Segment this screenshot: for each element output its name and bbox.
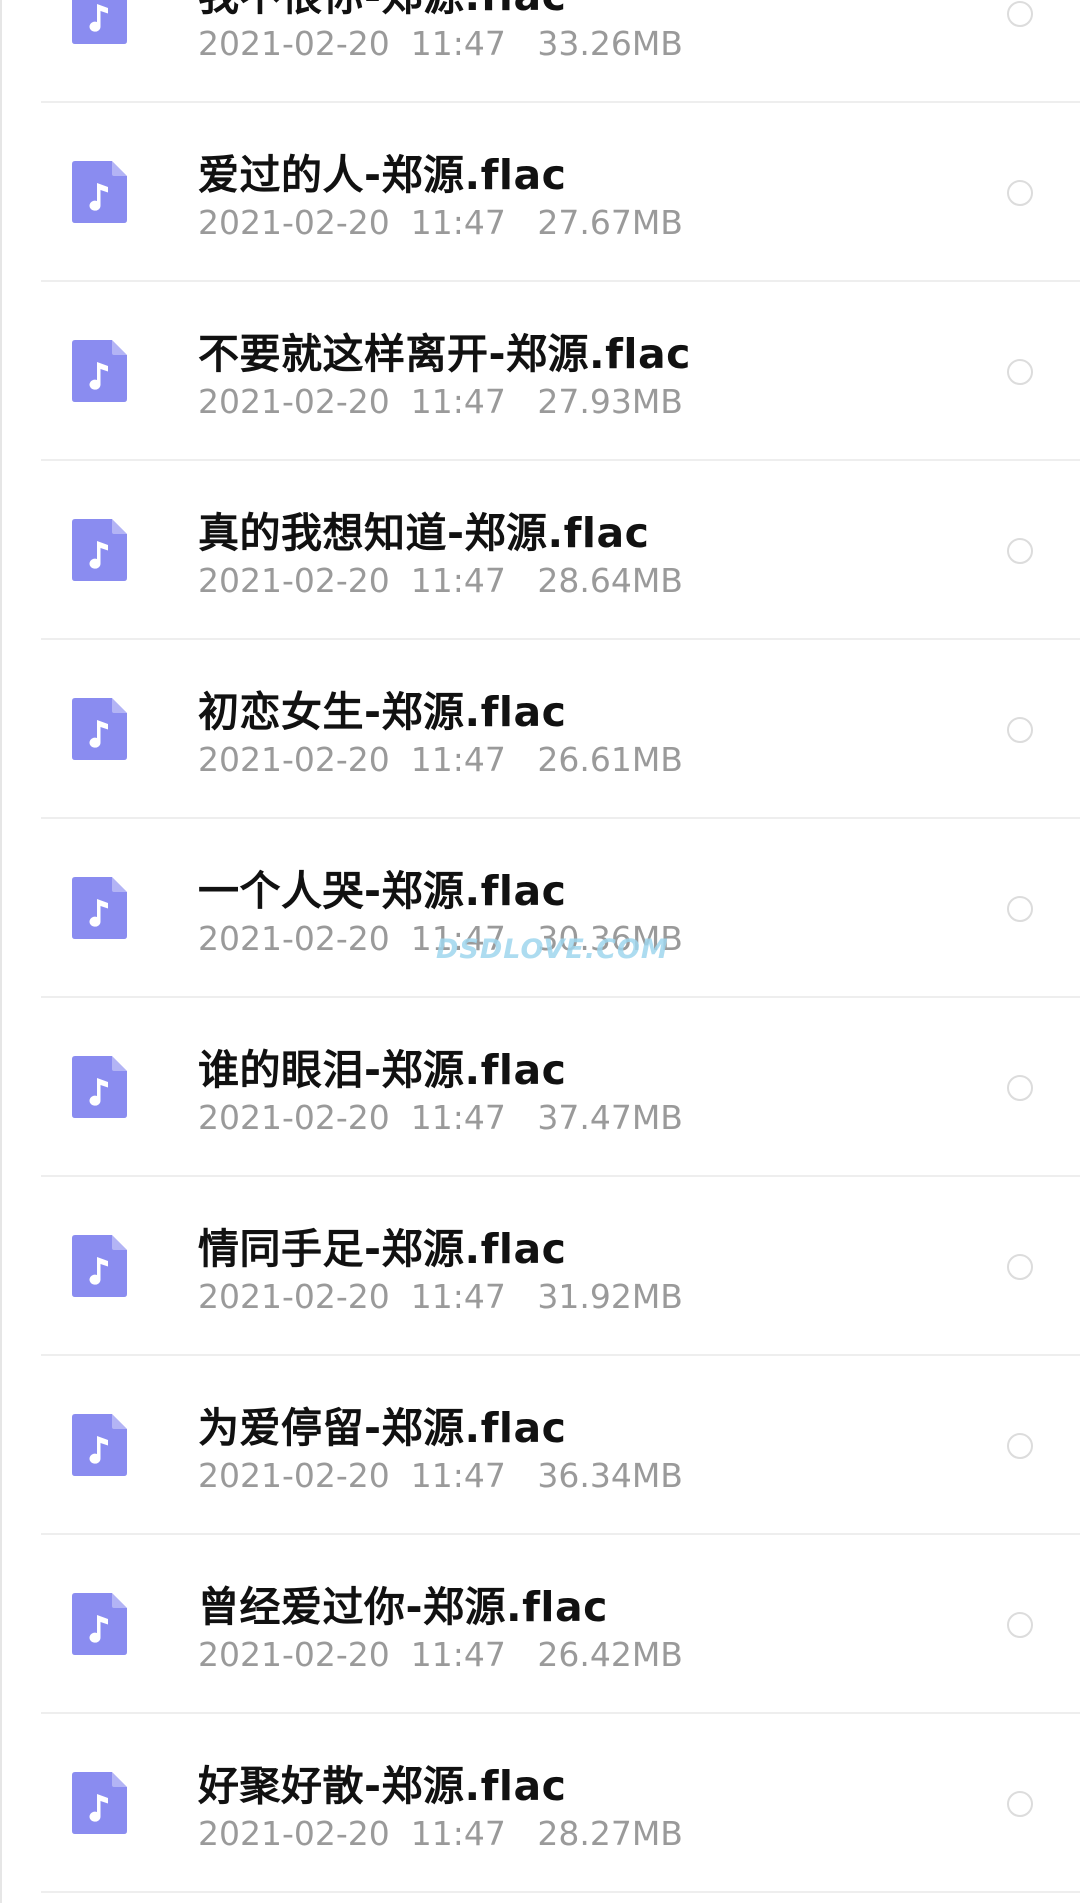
music-file-icon xyxy=(72,519,127,581)
file-date: 2021-02-20 xyxy=(198,382,390,421)
music-file-icon xyxy=(72,698,127,760)
music-file-icon xyxy=(72,1772,127,1834)
file-meta: 2021-02-20 11:47 26.61MB xyxy=(198,740,683,779)
file-date: 2021-02-20 xyxy=(198,740,390,779)
music-file-icon xyxy=(72,1056,127,1118)
select-radio-button[interactable] xyxy=(1007,1,1033,27)
file-name: 真的我想知道-郑源.flac xyxy=(198,509,650,557)
file-list-item[interactable]: 谁的眼泪-郑源.flac 2021-02-20 11:47 37.47MB xyxy=(0,998,1080,1177)
music-file-icon xyxy=(72,1235,127,1297)
file-time: 11:47 xyxy=(410,1814,506,1853)
file-time: 11:47 xyxy=(410,1635,506,1674)
file-name: 谁的眼泪-郑源.flac xyxy=(198,1046,567,1094)
file-size: 36.34MB xyxy=(537,1456,683,1495)
file-size: 27.93MB xyxy=(537,382,683,421)
file-list-item[interactable]: 爱过的人-郑源.flac 2021-02-20 11:47 27.67MB xyxy=(0,103,1080,282)
file-time: 11:47 xyxy=(410,561,506,600)
select-radio-button[interactable] xyxy=(1007,1791,1033,1817)
file-size: 26.42MB xyxy=(537,1635,683,1674)
file-list-item[interactable]: 不要就这样离开-郑源.flac 2021-02-20 11:47 27.93MB xyxy=(0,282,1080,461)
select-radio-button[interactable] xyxy=(1007,180,1033,206)
file-list-item[interactable]: 我不恨你-郑源.flac 2021-02-20 11:47 33.26MB xyxy=(0,0,1080,103)
music-file-icon xyxy=(72,0,127,44)
file-date: 2021-02-20 xyxy=(198,203,390,242)
file-size: 28.64MB xyxy=(537,561,683,600)
file-date: 2021-02-20 xyxy=(198,561,390,600)
file-name: 情同手足-郑源.flac xyxy=(198,1225,567,1273)
file-list-item[interactable]: 真的我想知道-郑源.flac 2021-02-20 11:47 28.64MB xyxy=(0,461,1080,640)
file-name: 初恋女生-郑源.flac xyxy=(198,688,567,736)
music-file-icon xyxy=(72,1593,127,1655)
file-name: 爱过的人-郑源.flac xyxy=(198,151,567,199)
file-meta: 2021-02-20 11:47 28.64MB xyxy=(198,561,683,600)
file-time: 11:47 xyxy=(410,1277,506,1316)
file-date: 2021-02-20 xyxy=(198,1277,390,1316)
file-list-item[interactable]: 一个人哭-郑源.flac 2021-02-20 11:47 30.36MB xyxy=(0,819,1080,998)
file-time: 11:47 xyxy=(410,382,506,421)
file-time: 11:47 xyxy=(410,1098,506,1137)
select-radio-button[interactable] xyxy=(1007,1075,1033,1101)
file-size: 27.67MB xyxy=(537,203,683,242)
file-name: 为爱停留-郑源.flac xyxy=(198,1404,567,1452)
file-list-item[interactable]: 情同手足-郑源.flac 2021-02-20 11:47 31.92MB xyxy=(0,1177,1080,1356)
music-file-icon xyxy=(72,340,127,402)
select-radio-button[interactable] xyxy=(1007,1254,1033,1280)
select-radio-button[interactable] xyxy=(1007,1612,1033,1638)
select-radio-button[interactable] xyxy=(1007,896,1033,922)
file-size: 33.26MB xyxy=(537,24,683,63)
file-date: 2021-02-20 xyxy=(198,1635,390,1674)
file-date: 2021-02-20 xyxy=(198,24,390,63)
select-radio-button[interactable] xyxy=(1007,1433,1033,1459)
file-date: 2021-02-20 xyxy=(198,1456,390,1495)
music-file-icon xyxy=(72,877,127,939)
file-meta: 2021-02-20 11:47 28.27MB xyxy=(198,1814,683,1853)
file-list-item[interactable]: 曾经爱过你-郑源.flac 2021-02-20 11:47 26.42MB xyxy=(0,1535,1080,1714)
file-size: 37.47MB xyxy=(537,1098,683,1137)
file-size: 26.61MB xyxy=(537,740,683,779)
file-meta: 2021-02-20 11:47 33.26MB xyxy=(198,24,683,63)
watermark: DSDLOVE.COM xyxy=(436,934,669,965)
file-name: 不要就这样离开-郑源.flac xyxy=(198,330,691,378)
file-meta: 2021-02-20 11:47 27.93MB xyxy=(198,382,683,421)
file-date: 2021-02-20 xyxy=(198,919,390,958)
file-list-item[interactable]: 好聚好散-郑源.flac 2021-02-20 11:47 28.27MB xyxy=(0,1714,1080,1893)
file-date: 2021-02-20 xyxy=(198,1814,390,1853)
file-list-item[interactable]: 初恋女生-郑源.flac 2021-02-20 11:47 26.61MB xyxy=(0,640,1080,819)
file-meta: 2021-02-20 11:47 37.47MB xyxy=(198,1098,683,1137)
file-meta: 2021-02-20 11:47 27.67MB xyxy=(198,203,683,242)
file-name: 一个人哭-郑源.flac xyxy=(198,867,567,915)
file-name: 曾经爱过你-郑源.flac xyxy=(198,1583,608,1631)
select-radio-button[interactable] xyxy=(1007,359,1033,385)
file-list-item[interactable]: 为爱停留-郑源.flac 2021-02-20 11:47 36.34MB xyxy=(0,1356,1080,1535)
file-time: 11:47 xyxy=(410,203,506,242)
file-name: 我不恨你-郑源.flac xyxy=(198,0,566,22)
file-time: 11:47 xyxy=(410,24,506,63)
file-time: 11:47 xyxy=(410,1456,506,1495)
file-meta: 2021-02-20 11:47 36.34MB xyxy=(198,1456,683,1495)
file-meta: 2021-02-20 11:47 31.92MB xyxy=(198,1277,683,1316)
file-meta: 2021-02-20 11:47 26.42MB xyxy=(198,1635,683,1674)
file-time: 11:47 xyxy=(410,740,506,779)
file-name: 好聚好散-郑源.flac xyxy=(198,1762,567,1810)
file-size: 31.92MB xyxy=(537,1277,683,1316)
file-size: 28.27MB xyxy=(537,1814,683,1853)
music-file-icon xyxy=(72,1414,127,1476)
music-file-icon xyxy=(72,161,127,223)
select-radio-button[interactable] xyxy=(1007,538,1033,564)
file-date: 2021-02-20 xyxy=(198,1098,390,1137)
select-radio-button[interactable] xyxy=(1007,717,1033,743)
